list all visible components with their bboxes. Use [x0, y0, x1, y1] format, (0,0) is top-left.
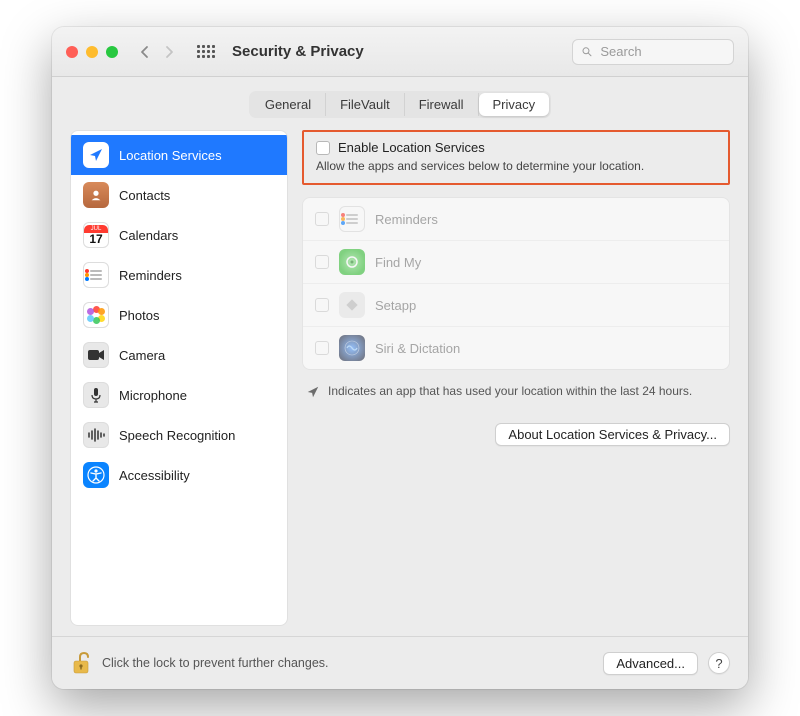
enable-location-description: Allow the apps and services below to det…: [316, 159, 716, 173]
chevron-left-icon: [137, 44, 153, 60]
sidebar-item-label: Accessibility: [119, 468, 190, 483]
sidebar-item-speech-recognition[interactable]: Speech Recognition: [71, 415, 287, 455]
sidebar-item-label: Contacts: [119, 188, 170, 203]
lock-hint-text: Click the lock to prevent further change…: [102, 656, 593, 670]
sidebar-item-microphone[interactable]: Microphone: [71, 375, 287, 415]
app-checkbox[interactable]: [315, 298, 329, 312]
contacts-icon: [83, 182, 109, 208]
sidebar-item-photos[interactable]: Photos: [71, 295, 287, 335]
nav-buttons: [134, 39, 180, 65]
app-row-reminders[interactable]: Reminders: [303, 198, 729, 241]
back-button[interactable]: [134, 39, 156, 65]
app-row-setapp[interactable]: Setapp: [303, 284, 729, 327]
sidebar-item-label: Location Services: [119, 148, 222, 163]
zoom-window-button[interactable]: [106, 46, 118, 58]
sidebar-item-accessibility[interactable]: Accessibility: [71, 455, 287, 495]
photos-icon: [83, 302, 109, 328]
sidebar-item-label: Reminders: [119, 268, 182, 283]
app-row-findmy[interactable]: Find My: [303, 241, 729, 284]
enable-location-highlight: Enable Location Services Allow the apps …: [302, 130, 730, 185]
reminders-app-icon: [339, 206, 365, 232]
location-arrow-icon: [83, 142, 109, 168]
sidebar-item-camera[interactable]: Camera: [71, 335, 287, 375]
sidebar-item-location-services[interactable]: Location Services: [71, 135, 287, 175]
enable-location-row[interactable]: Enable Location Services: [316, 140, 716, 155]
footer: Click the lock to prevent further change…: [52, 636, 748, 689]
tab-label: General: [265, 97, 311, 112]
about-location-button[interactable]: About Location Services & Privacy...: [495, 423, 730, 446]
sidebar-item-contacts[interactable]: Contacts: [71, 175, 287, 215]
about-row: About Location Services & Privacy...: [302, 411, 730, 446]
app-name: Setapp: [375, 298, 416, 313]
content-area: Location Services Contacts JUL 17 Calend…: [52, 130, 748, 636]
window-controls: [66, 46, 118, 58]
sidebar-item-label: Photos: [119, 308, 159, 323]
chevron-right-icon: [161, 44, 177, 60]
show-all-button[interactable]: [196, 42, 216, 62]
calendar-icon: JUL 17: [83, 222, 109, 248]
reminders-icon: [83, 262, 109, 288]
tab-label: Firewall: [419, 97, 464, 112]
enable-location-checkbox[interactable]: [316, 141, 330, 155]
setapp-app-icon: [339, 292, 365, 318]
privacy-sidebar: Location Services Contacts JUL 17 Calend…: [70, 130, 288, 626]
search-input[interactable]: [598, 43, 725, 60]
location-indicator-note: Indicates an app that has used your loca…: [302, 382, 730, 399]
preferences-window: Security & Privacy General FileVault Fir…: [52, 27, 748, 689]
app-name: Reminders: [375, 212, 438, 227]
main-panel: Enable Location Services Allow the apps …: [302, 130, 730, 626]
findmy-app-icon: [339, 249, 365, 275]
sidebar-item-label: Speech Recognition: [119, 428, 235, 443]
tab-general[interactable]: General: [251, 93, 326, 116]
app-checkbox[interactable]: [315, 255, 329, 269]
tab-label: Privacy: [493, 97, 536, 112]
app-name: Find My: [375, 255, 421, 270]
forward-button[interactable]: [158, 39, 180, 65]
titlebar: Security & Privacy: [52, 27, 748, 77]
camera-icon: [83, 342, 109, 368]
tabs: General FileVault Firewall Privacy: [249, 91, 551, 118]
accessibility-icon: [83, 462, 109, 488]
tab-filevault[interactable]: FileVault: [326, 93, 405, 116]
lock-button[interactable]: [70, 649, 92, 677]
sidebar-item-reminders[interactable]: Reminders: [71, 255, 287, 295]
sidebar-item-label: Microphone: [119, 388, 187, 403]
help-button[interactable]: ?: [708, 652, 730, 674]
app-row-siri[interactable]: Siri & Dictation: [303, 327, 729, 369]
tab-firewall[interactable]: Firewall: [405, 93, 479, 116]
siri-app-icon: [339, 335, 365, 361]
app-name: Siri & Dictation: [375, 341, 460, 356]
app-checkbox[interactable]: [315, 341, 329, 355]
app-checkbox[interactable]: [315, 212, 329, 226]
tab-bar: General FileVault Firewall Privacy: [52, 77, 748, 130]
search-field[interactable]: [572, 39, 734, 65]
waveform-icon: [83, 422, 109, 448]
tab-privacy[interactable]: Privacy: [479, 93, 550, 116]
tab-label: FileVault: [340, 97, 390, 112]
microphone-icon: [83, 382, 109, 408]
enable-location-label: Enable Location Services: [338, 140, 485, 155]
advanced-button[interactable]: Advanced...: [603, 652, 698, 675]
sidebar-item-label: Camera: [119, 348, 165, 363]
help-icon: ?: [715, 656, 722, 671]
sidebar-item-calendars[interactable]: JUL 17 Calendars: [71, 215, 287, 255]
close-window-button[interactable]: [66, 46, 78, 58]
grid-icon: [197, 45, 215, 58]
window-title: Security & Privacy: [232, 43, 364, 60]
location-arrow-icon: [306, 385, 320, 399]
search-icon: [581, 45, 592, 58]
minimize-window-button[interactable]: [86, 46, 98, 58]
location-apps-list: Reminders Find My Setapp Siri & Dictatio…: [302, 197, 730, 370]
calendar-day: 17: [89, 233, 102, 245]
indicator-text: Indicates an app that has used your loca…: [328, 384, 692, 398]
unlocked-lock-icon: [71, 651, 91, 675]
sidebar-item-label: Calendars: [119, 228, 178, 243]
